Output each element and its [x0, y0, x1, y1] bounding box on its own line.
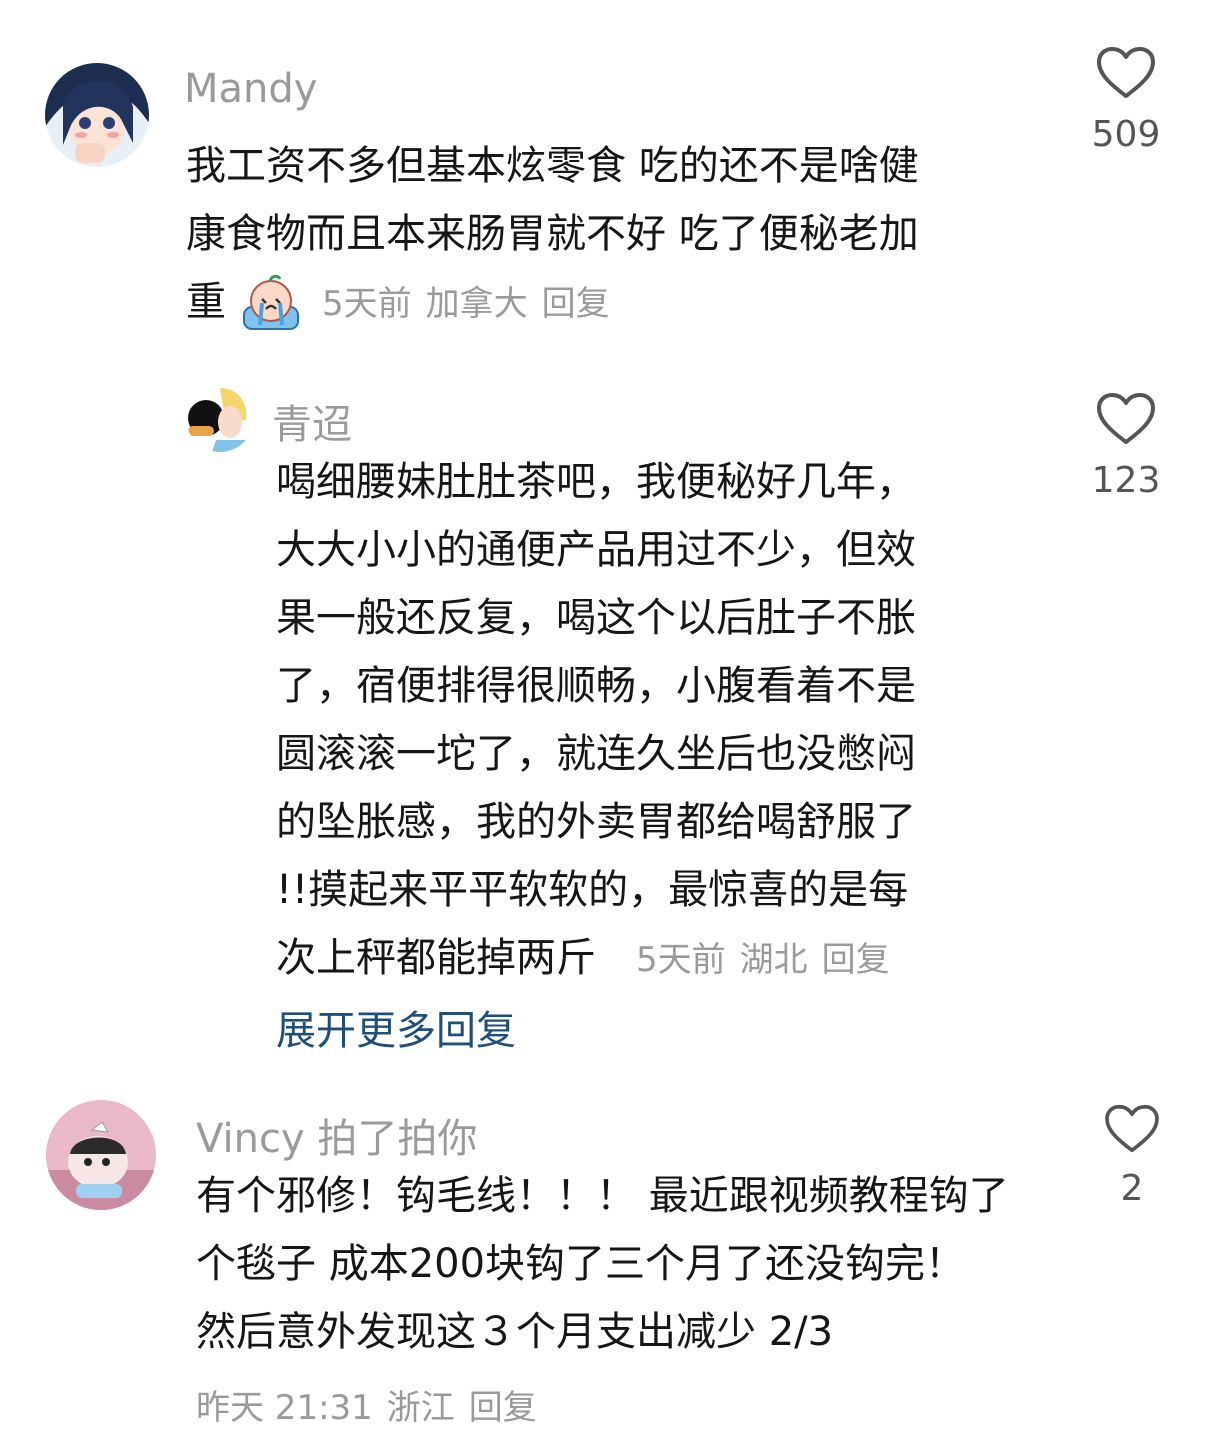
reply-button[interactable]: 回复: [822, 940, 890, 980]
comment-item: Vincy 拍了拍你 有个邪修！钩毛线！！！ 最近跟视频教程钩了 个毯子 成本2…: [0, 1090, 1220, 1438]
like-count: 2: [1120, 1168, 1144, 1209]
comment-text: 我工资不多但基本炫零食 吃的还不是啥健 康食物而且本来肠胃就不好 吃了便秘老加 …: [186, 132, 1046, 338]
reply-time: 5天前: [636, 940, 726, 980]
reply-text-line: 的坠胀感，我的外卖胃都给喝舒服了: [276, 799, 916, 845]
reply-button[interactable]: 回复: [542, 284, 610, 324]
comment-time: 昨天 21:31: [196, 1388, 373, 1428]
comment-meta: 5天前 加拿大 回复: [322, 284, 624, 324]
comment-time: 5天前: [322, 284, 412, 324]
comment-username[interactable]: Mandy: [184, 66, 317, 112]
reply-username[interactable]: 青迢: [272, 392, 352, 450]
reply-text-line: 喝细腰妹肚肚茶吧，我便秘好几年，: [276, 459, 916, 505]
reply-text-line: 了，宿便排得很顺畅，小腹看着不是: [276, 663, 916, 709]
comment-username[interactable]: Vincy 拍了拍你: [196, 1106, 477, 1164]
reply-item: 青迢 喝细腰妹肚肚茶吧，我便秘好几年， 大大小小的通便产品用过不少，但效 果一般…: [0, 370, 1220, 1070]
like-button[interactable]: 2: [1086, 1104, 1178, 1209]
comment-item: Mandy 我工资不多但基本炫零食 吃的还不是啥健 康食物而且本来肠胃就不好 吃…: [0, 0, 1220, 340]
comment-text-line: 我工资不多但基本炫零食 吃的还不是啥健: [186, 143, 919, 189]
comment-text-line: 重 5天前 加拿大 回复: [186, 268, 1046, 338]
expand-more-replies-button[interactable]: 展开更多回复: [276, 998, 516, 1056]
comment-text: 有个邪修！钩毛线！！！ 最近跟视频教程钩了 个毯子 成本200块钩了三个月了还没…: [196, 1162, 1056, 1366]
like-count: 509: [1091, 114, 1161, 155]
reply-location: 湖北: [739, 940, 808, 980]
reply-text-line: !!摸起来平平软软的，最惊喜的是每: [276, 867, 909, 913]
like-count: 123: [1091, 460, 1161, 501]
comment-text-line: 然后意外发现这３个月支出减少 2/3: [196, 1309, 834, 1355]
avatar[interactable]: [45, 63, 149, 167]
reply-text-line: 果一般还反复，喝这个以后肚子不胀: [276, 595, 916, 641]
reply-text-line: 圆滚滚一坨了，就连久坐后也没憋闷: [276, 731, 916, 777]
heart-icon: [1097, 393, 1155, 444]
reply-text-line: 大大小小的通便产品用过不少，但效: [276, 527, 916, 573]
reply-button[interactable]: 回复: [469, 1388, 537, 1428]
comment-text-line: 有个邪修！钩毛线！！！ 最近跟视频教程钩了: [196, 1173, 1009, 1219]
reply-text-line: 次上秤都能掉两斤 5天前 湖北 回复: [276, 924, 1036, 994]
avatar[interactable]: [46, 1100, 156, 1210]
comment-text-tail: 重: [186, 279, 226, 325]
reply-meta: 5天前 湖北 回复: [636, 940, 904, 980]
comment-location: 浙江: [386, 1388, 455, 1428]
comment-text-line: 个毯子 成本200块钩了三个月了还没钩完！: [196, 1241, 966, 1287]
like-button[interactable]: 123: [1080, 392, 1172, 501]
comment-meta: 昨天 21:31 浙江 回复: [196, 1380, 551, 1429]
reply-text: 喝细腰妹肚肚茶吧，我便秘好几年， 大大小小的通便产品用过不少，但效 果一般还反复…: [276, 448, 1036, 994]
comment-text-line: 康食物而且本来肠胃就不好 吃了便秘老加: [186, 211, 919, 257]
avatar[interactable]: [186, 384, 254, 452]
heart-icon: [1105, 1104, 1159, 1153]
heart-icon: [1097, 47, 1155, 98]
like-button[interactable]: 509: [1080, 46, 1172, 155]
reply-text-tail: 次上秤都能掉两斤: [276, 935, 596, 981]
comment-location: 加拿大: [425, 284, 528, 324]
crying-face-icon: [240, 273, 302, 335]
